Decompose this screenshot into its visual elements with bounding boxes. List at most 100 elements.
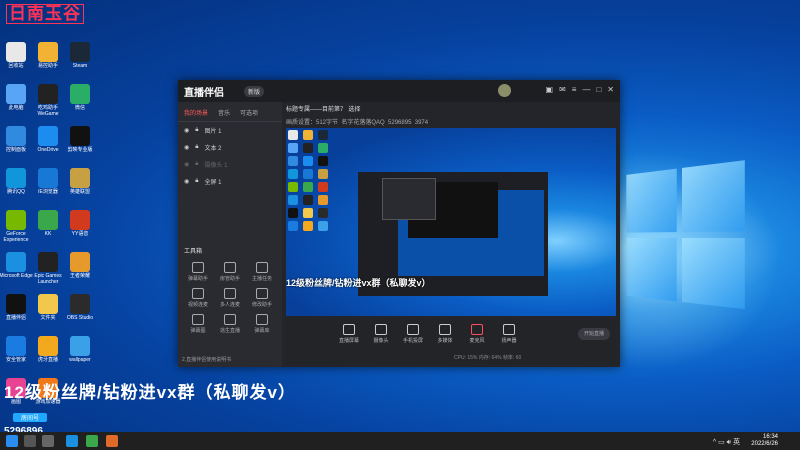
layer-label: 图片 1 — [204, 129, 222, 135]
tool-item[interactable]: 视频连麦 — [182, 288, 214, 308]
preview-app-icon — [318, 169, 328, 179]
preview-desktop-icons — [288, 130, 330, 231]
search-icon[interactable] — [24, 435, 36, 447]
tool-icon — [192, 314, 204, 325]
tool-item[interactable]: 弹幕助手 — [182, 262, 214, 282]
tool-item[interactable]: 房管助手 — [214, 262, 246, 282]
version-badge[interactable]: 新版 — [244, 86, 265, 97]
control-button[interactable]: 直播屏幕 — [338, 324, 360, 344]
taskview-icon[interactable] — [42, 435, 54, 447]
close-icon[interactable]: ✕ — [607, 85, 614, 94]
preview-app-icon — [303, 169, 313, 179]
maximize-icon[interactable]: □ — [596, 85, 601, 94]
eye-icon[interactable]: ◉ — [184, 178, 189, 185]
edit-button[interactable]: 选择 — [348, 107, 360, 113]
preview-app-icon — [318, 208, 328, 218]
tool-item[interactable]: 弹幕图 — [182, 314, 214, 334]
tool-icon — [224, 314, 236, 325]
desktop-icon-label: Steam — [72, 63, 88, 69]
layer-item[interactable]: ◉ 🔒︎ 全屏 1 — [178, 173, 282, 190]
control-button[interactable]: 摄像头 — [370, 324, 392, 344]
app-icon — [6, 336, 26, 356]
desktop-icon[interactable]: OBS Studio — [60, 294, 100, 321]
eye-icon[interactable]: ◉ — [184, 161, 189, 168]
layer-item[interactable]: ◉ 🔒︎ 文本 2 — [178, 139, 282, 156]
eye-icon[interactable]: ◉ — [184, 127, 189, 134]
preview-stage[interactable]: 12级粉丝牌/钻粉进vx群（私聊发v） — [286, 128, 616, 316]
app-logo: 直播伴侣 — [184, 88, 224, 99]
control-button[interactable]: 麦克风 — [466, 324, 488, 344]
tool-item[interactable]: 修改助手 — [246, 288, 278, 308]
desktop-icon[interactable]: Steam — [60, 42, 100, 69]
room-title[interactable]: 标题专属——目前第7 — [286, 107, 343, 113]
start-live-button[interactable]: 开始直播 — [578, 328, 610, 340]
preview-app-icon — [318, 130, 328, 140]
control-button[interactable]: 手机投屏 — [402, 324, 424, 344]
gift-icon[interactable]: ▣ — [546, 85, 554, 94]
control-icon — [407, 324, 419, 335]
tool-icon — [224, 288, 236, 299]
game-icon[interactable] — [86, 435, 98, 447]
preview-app-icon — [288, 130, 298, 140]
start-icon[interactable] — [6, 435, 18, 447]
title-bar: 直播伴侣 新版 ▣ ✉ ≡ — □ ✕ — [178, 80, 620, 102]
desktop-icon[interactable]: 微信 — [60, 84, 100, 111]
eye-icon[interactable]: ◉ — [184, 144, 189, 151]
app-icon — [6, 210, 26, 230]
layer-item[interactable]: ◉ 🔒︎ 摄像头 1 — [178, 156, 282, 173]
toolbox-grid: 弹幕助手 房管助手 主播任务视频连麦 多人连麦 修改助手弹幕图 逃生直播 弹幕库 — [182, 262, 278, 334]
tool-item[interactable]: 弹幕库 — [246, 314, 278, 334]
tool-label: 弹幕库 — [254, 328, 270, 334]
tab-music[interactable]: 音乐 — [218, 108, 230, 117]
control-button[interactable]: 多媒体 — [434, 324, 456, 344]
desktop-icon[interactable]: 剪映专业版 — [60, 126, 100, 153]
clock-time: 16:34 — [762, 434, 778, 440]
app-icon — [70, 252, 90, 272]
desktop-caption: 12级粉丝牌/钻粉进vx群（私聊发v） — [4, 383, 296, 402]
system-tray[interactable]: ^ ▭ 🔊︎ 英 — [713, 437, 740, 447]
control-button[interactable]: 扬声器 — [498, 324, 520, 344]
edge-icon[interactable] — [66, 435, 78, 447]
control-bar: 直播屏幕 摄像头 手机投屏 多媒体 麦克风 扬声器 开始直播 CPU: 15% 内存: 6… — [286, 320, 616, 364]
desktop-icon[interactable]: 王者荣耀 — [60, 252, 100, 279]
scene-sidebar: 我的场景 音乐 可选项 ◉ 🔒︎ 图片 1 ◉ 🔒︎ 文本 2 ◉ 🔒︎ 摄像头 1 ◉ 🔒︎… — [178, 102, 282, 367]
tool-item[interactable]: 多人连麦 — [214, 288, 246, 308]
lock-icon[interactable]: 🔒︎ — [195, 178, 198, 185]
desktop-icon[interactable]: 英雄联盟 — [60, 168, 100, 195]
tool-item[interactable]: 主播任务 — [246, 262, 278, 282]
taskbar: ^ ▭ 🔊︎ 英 16:34 2022/6/26 — [0, 432, 800, 450]
room-id: 5296895 — [388, 120, 412, 126]
menu-icon[interactable]: ≡ — [572, 85, 577, 94]
tab-options[interactable]: 可选项 — [240, 108, 258, 117]
app-icon — [6, 294, 26, 314]
app-icon — [38, 336, 58, 356]
lock-icon[interactable]: 🔒︎ — [195, 144, 198, 151]
layer-item[interactable]: ◉ 🔒︎ 图片 1 — [178, 122, 282, 139]
app-icon — [6, 252, 26, 272]
tab-scenes[interactable]: 我的场景 — [184, 108, 208, 117]
lock-icon[interactable]: 🔒︎ — [195, 127, 198, 134]
preview-app-icon — [303, 208, 313, 218]
control-icon — [503, 324, 515, 335]
app-icon — [70, 210, 90, 230]
tool-item[interactable]: 逃生直播 — [214, 314, 246, 334]
live-app-icon[interactable] — [106, 435, 118, 447]
message-icon[interactable]: ✉ — [559, 85, 566, 94]
app-icon — [38, 210, 58, 230]
desktop-icon[interactable]: wallpaper — [60, 336, 100, 363]
help-link[interactable]: 2.直播伴侣使用说明书 — [182, 356, 231, 363]
desktop-icon[interactable]: YY语音 — [60, 210, 100, 237]
tool-icon — [224, 262, 236, 273]
app-icon — [38, 168, 58, 188]
tool-icon — [192, 288, 204, 299]
minimize-icon[interactable]: — — [582, 85, 590, 94]
app-icon — [70, 42, 90, 62]
preview-app-icon — [288, 182, 298, 192]
clock[interactable]: 16:34 2022/6/26 — [751, 434, 778, 448]
preview-app-icon — [303, 130, 313, 140]
app-icon — [6, 168, 26, 188]
preview-app-icon — [288, 195, 298, 205]
layer-label: 全屏 1 — [204, 180, 222, 186]
avatar[interactable] — [498, 84, 511, 97]
lock-icon[interactable]: 🔒︎ — [195, 161, 198, 168]
